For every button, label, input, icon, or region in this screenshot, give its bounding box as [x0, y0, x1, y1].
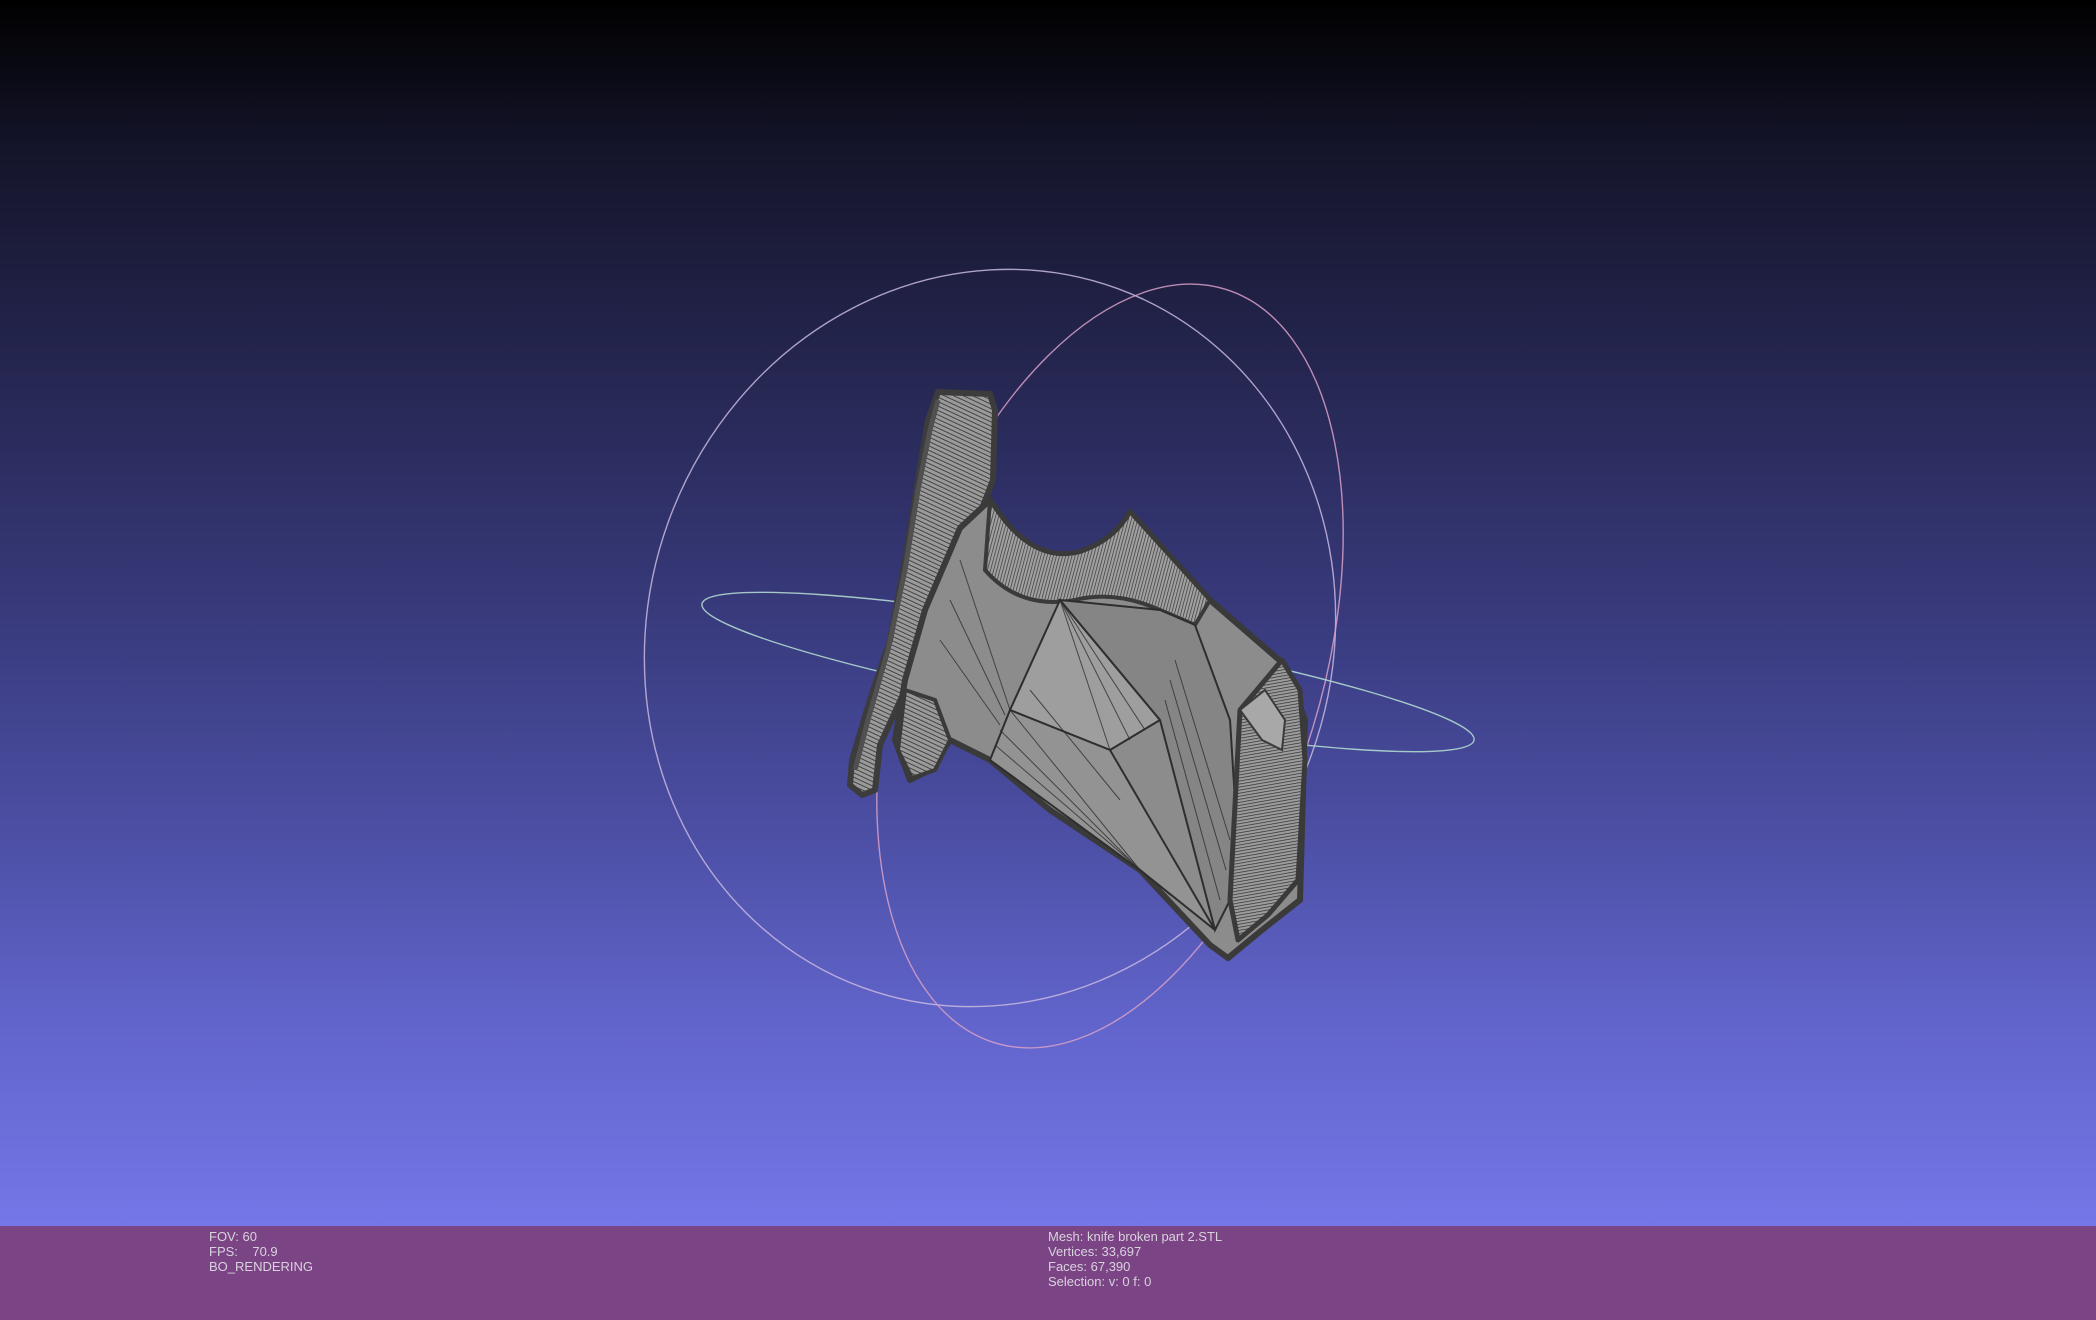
status-bar: FOV: 60 FPS: 70.9 BO_RENDERING Mesh: kni… [0, 1226, 2096, 1320]
render-info-panel: FOV: 60 FPS: 70.9 BO_RENDERING [209, 1229, 313, 1274]
3d-viewport[interactable] [0, 0, 2096, 1226]
mesh-model[interactable] [847, 389, 1308, 961]
fov-readout: FOV: 60 [209, 1229, 257, 1244]
render-mode-readout: BO_RENDERING [209, 1259, 314, 1274]
selection-readout: Selection: v: 0 f: 0 [1048, 1274, 1152, 1289]
mesh-name-readout: Mesh: knife broken part 2.STL [1048, 1229, 1223, 1244]
vertices-readout: Vertices: 33,697 [1048, 1244, 1142, 1259]
scene-canvas[interactable] [0, 0, 2096, 1226]
faces-readout: Faces: 67,390 [1048, 1259, 1131, 1274]
mesh-info-panel: Mesh: knife broken part 2.STL Vertices: … [1048, 1229, 1222, 1289]
fps-readout: FPS: 70.9 [209, 1244, 278, 1259]
